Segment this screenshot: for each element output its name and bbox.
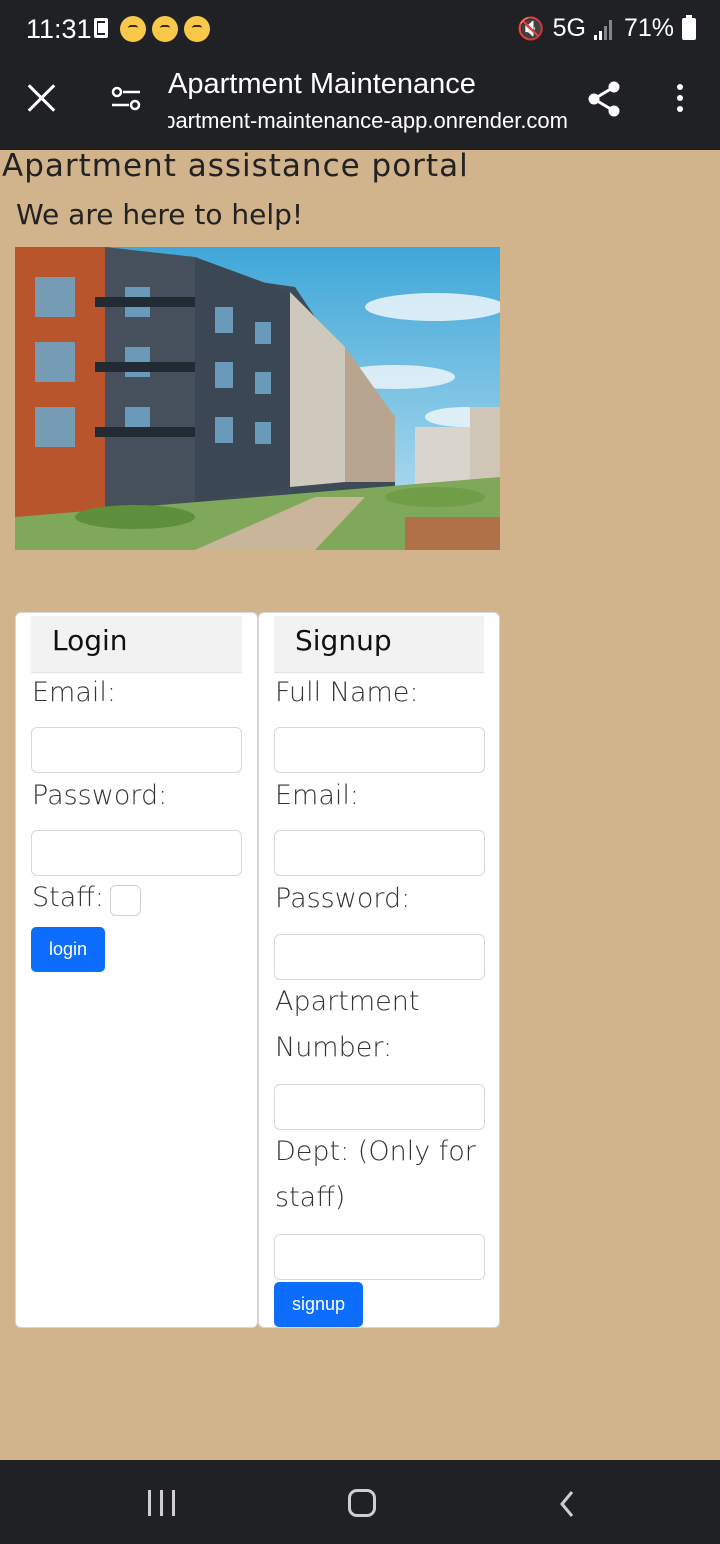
status-right: 🔇 5G 71% xyxy=(517,14,696,43)
signup-button[interactable]: signup xyxy=(274,1282,363,1327)
login-staff-label: Staff: xyxy=(32,882,104,913)
signup-header-title: Signup xyxy=(295,624,392,657)
login-card-header: Login xyxy=(31,616,242,673)
more-vert-icon[interactable] xyxy=(672,84,688,116)
login-password-input[interactable] xyxy=(31,830,242,876)
signup-dept-input[interactable] xyxy=(274,1234,485,1280)
signup-email-label: Email: xyxy=(275,780,360,811)
login-password-label: Password: xyxy=(32,780,168,811)
share-icon[interactable] xyxy=(586,80,622,118)
app-notification-icon xyxy=(152,16,178,42)
login-card: Login Email: Password: Staff: login xyxy=(15,612,258,1328)
close-icon[interactable] xyxy=(26,82,58,114)
status-bar: 11:31 🔇 5G 71% xyxy=(0,0,720,62)
page-heading: Apartment assistance portal xyxy=(2,148,469,184)
battery-icon xyxy=(682,14,696,40)
signup-dept-label-line2: staff) xyxy=(275,1182,346,1213)
signup-dept-label-line1: Dept: (Only for xyxy=(275,1136,476,1167)
login-header-title: Login xyxy=(52,624,128,657)
status-time: 11:31 xyxy=(26,14,92,44)
signup-email-input[interactable] xyxy=(274,830,485,876)
sim-icon xyxy=(92,16,114,42)
login-button[interactable]: login xyxy=(31,927,105,972)
recent-apps-icon[interactable] xyxy=(148,1490,176,1516)
login-email-input[interactable] xyxy=(31,727,242,773)
signup-apartment-input[interactable] xyxy=(274,1084,485,1130)
url-text: apartment-maintenance-app.onrender.com xyxy=(168,108,568,133)
tune-icon[interactable] xyxy=(110,86,142,112)
login-email-label: Email: xyxy=(32,677,117,708)
signal-icon xyxy=(593,18,616,40)
signup-fullname-label: Full Name: xyxy=(275,677,419,708)
signup-card-header: Signup xyxy=(274,616,484,673)
battery-percent: 71% xyxy=(623,14,674,42)
mute-icon: 🔇 xyxy=(517,15,545,41)
signup-card: Signup Full Name: Email: Password: Apart… xyxy=(258,612,500,1328)
signup-password-input[interactable] xyxy=(274,934,485,980)
signup-password-label: Password: xyxy=(275,883,411,914)
app-notification-icon xyxy=(120,16,146,42)
system-nav-bar xyxy=(0,1460,720,1544)
home-icon[interactable] xyxy=(348,1489,376,1517)
signup-fullname-input[interactable] xyxy=(274,727,485,773)
page-tagline: We are here to help! xyxy=(16,198,304,231)
app-notification-icon xyxy=(184,16,210,42)
notification-icons xyxy=(92,16,210,42)
signup-apartment-label-line2: Number: xyxy=(275,1032,393,1063)
page-title-tab: Apartment Maintenance xyxy=(168,68,476,100)
signup-apartment-label-line1: Apartment xyxy=(275,986,420,1017)
login-staff-checkbox[interactable] xyxy=(110,885,141,916)
back-icon[interactable] xyxy=(560,1490,574,1518)
apartment-building-photo xyxy=(15,247,500,550)
browser-top-bar: 11:31 🔇 5G 71% Apartment Maintenance apa… xyxy=(0,0,720,150)
network-type: 5G xyxy=(552,14,586,42)
